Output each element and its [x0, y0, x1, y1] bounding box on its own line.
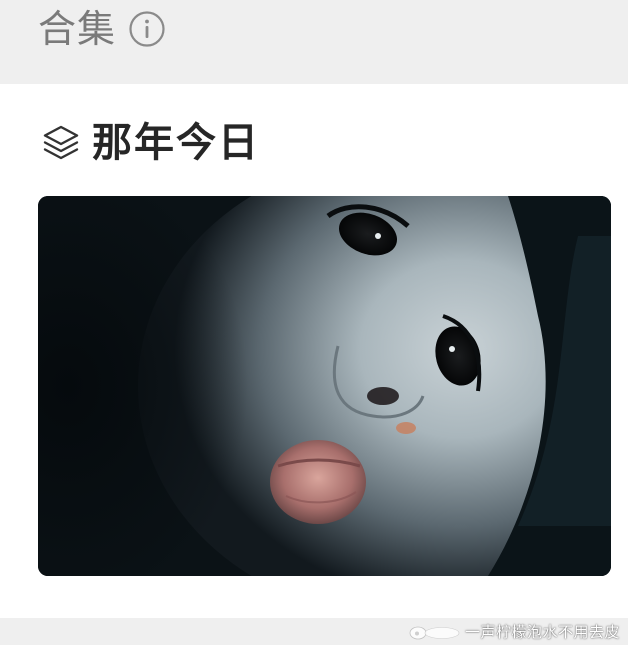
weibo-logo-icon: [409, 623, 461, 641]
layers-icon: [40, 122, 82, 164]
memory-photo[interactable]: [38, 196, 611, 576]
section-title: 那年今日: [92, 120, 260, 166]
footer-bar: 一声柠檬泡水不用去皮: [0, 618, 628, 645]
page-title: 合集: [38, 7, 117, 51]
watermark: 一声柠檬泡水不用去皮: [409, 618, 620, 645]
info-circle-icon[interactable]: [128, 10, 166, 48]
collection-header: 合集: [0, 0, 628, 84]
watermark-text: 一声柠檬泡水不用去皮: [464, 623, 620, 641]
